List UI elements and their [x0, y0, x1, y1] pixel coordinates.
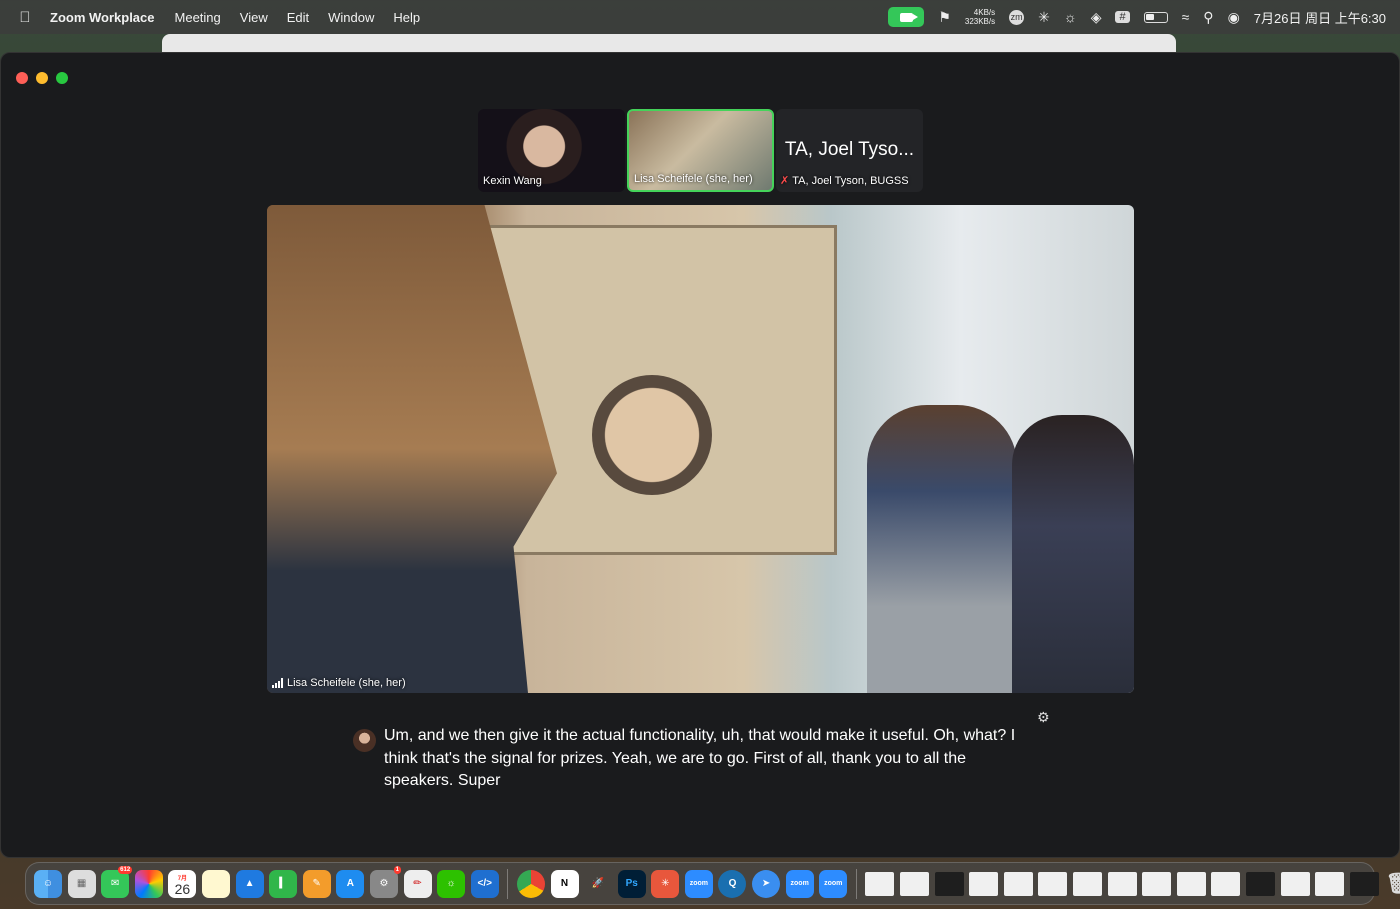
menu-meeting[interactable]: Meeting — [175, 10, 221, 25]
menu-window[interactable]: Window — [328, 10, 374, 25]
sparkle-icon[interactable]: ✳ — [1038, 9, 1050, 26]
caption-settings-gear-icon[interactable]: ⚙ — [1037, 709, 1050, 726]
mic-muted-icon: ✗ — [780, 175, 790, 187]
dock: ☺ ▦ ✉ 612 7月 26 ▲ ▍ ✎ A ⚙ 1 ✏ ☼ </> N 🚀 Ps… — [25, 862, 1400, 905]
messages-icon[interactable]: ✉ 612 — [101, 865, 133, 898]
participant-name: TA, Joel Tyson, BUGSS — [792, 174, 909, 187]
participant-big-name: TA, Joel Tyso... — [784, 139, 915, 160]
net-down: 323KB/s — [964, 17, 996, 26]
minimized-window-thumbnail[interactable] — [1176, 871, 1206, 896]
finder-icon[interactable]: ☺ — [34, 869, 62, 898]
calendar-day: 26 — [174, 880, 191, 897]
minimized-window-thumbnail[interactable] — [1038, 871, 1068, 896]
notes-icon[interactable] — [201, 869, 230, 898]
search-icon[interactable]: ⚲ — [1203, 9, 1213, 26]
ghost-icon[interactable]: ⚑ — [938, 9, 951, 26]
minimized-window-thumbnail[interactable] — [1315, 871, 1345, 896]
caption-speaker-avatar — [353, 729, 376, 752]
rocket-icon[interactable]: 🚀 — [584, 870, 612, 898]
launchpad-icon[interactable]: ▦ — [67, 869, 96, 898]
numbers-icon[interactable]: ▍ — [269, 869, 298, 898]
cast-icon[interactable]: ◈ — [1091, 9, 1102, 26]
clock[interactable]: 7月26日 周日 上午6:30 — [1254, 8, 1386, 27]
minimized-window-thumbnail[interactable] — [969, 871, 999, 896]
zoom-app-icon[interactable]: zoom — [819, 869, 848, 898]
hashtag-icon[interactable]: # — [1115, 11, 1130, 23]
minimized-window-thumbnail[interactable] — [1349, 871, 1379, 896]
notion-icon[interactable]: N — [550, 869, 579, 898]
seated-person — [1012, 415, 1134, 693]
active-speaker-video[interactable]: Lisa Scheifele (she, her) — [267, 205, 1134, 693]
photos-icon[interactable] — [134, 869, 163, 898]
minimized-window-thumbnail[interactable] — [1142, 871, 1172, 896]
minimized-window-thumbnail[interactable] — [934, 871, 964, 896]
participant-tile-lisa[interactable]: Lisa Scheifele (she, her) — [627, 109, 774, 192]
dock-separator — [855, 868, 857, 899]
participant-tile-joel[interactable]: TA, Joel Tyso... ✗ TA, Joel Tyson, BUGSS — [776, 109, 923, 192]
menu-help[interactable]: Help — [393, 10, 420, 25]
minimize-button[interactable] — [36, 72, 48, 84]
scripts-icon[interactable]: ✏ — [403, 869, 432, 898]
minimized-window-thumbnail[interactable] — [900, 871, 930, 896]
photoshop-icon[interactable]: Ps — [617, 869, 646, 898]
minimized-window-thumbnail[interactable] — [1003, 871, 1033, 896]
zoom-app-icon[interactable]: zoom — [684, 869, 713, 898]
minimized-window-thumbnail[interactable] — [1107, 871, 1137, 896]
zoom-meeting-window: Kexin Wang Lisa Scheifele (she, her) TA,… — [0, 52, 1400, 858]
control-center-icon[interactable]: ◉ — [1228, 9, 1240, 26]
speaker-name: Lisa Scheifele (she, her) — [287, 677, 406, 689]
dock-separator — [507, 868, 509, 899]
minimized-window-thumbnail[interactable] — [1245, 871, 1275, 896]
app-menu[interactable]: Zoom Workplace — [50, 10, 155, 25]
zoom-video-icon[interactable] — [888, 7, 925, 27]
close-button[interactable] — [16, 72, 28, 84]
calendar-icon[interactable]: 7月 26 — [168, 869, 197, 898]
messages-badge: 612 — [118, 865, 133, 874]
vscode-icon[interactable]: </> — [470, 869, 499, 898]
wechat-icon[interactable]: ☼ — [1064, 9, 1077, 25]
zoom-app-icon[interactable]: zoom — [785, 869, 814, 898]
apple-icon[interactable]:  — [0, 9, 50, 26]
minimized-window-thumbnail[interactable] — [1073, 871, 1102, 896]
network-speed[interactable]: 4KB/s 323KB/s — [965, 8, 995, 26]
settings-badge: 1 — [393, 865, 401, 874]
live-caption-text: Um, and we then give it the actual funct… — [384, 727, 1016, 789]
minimized-window-thumbnail[interactable] — [1280, 871, 1310, 896]
menu-view[interactable]: View — [240, 10, 268, 25]
seated-person — [867, 405, 1017, 693]
menu-edit[interactable]: Edit — [287, 10, 309, 25]
pages-icon[interactable]: ✎ — [302, 869, 331, 898]
participant-name: Lisa Scheifele (she, her) — [634, 173, 753, 185]
background-window — [162, 34, 1176, 52]
quicktime-icon[interactable]: Q — [718, 869, 747, 898]
battery-icon[interactable] — [1143, 11, 1168, 23]
fullscreen-button[interactable] — [56, 72, 68, 84]
participant-name: Kexin Wang — [483, 175, 542, 187]
minimized-window-thumbnail[interactable] — [1211, 871, 1241, 896]
signal-strength-icon — [272, 678, 283, 688]
chrome-icon[interactable] — [516, 869, 545, 898]
window-controls — [16, 72, 68, 84]
gallery-strip: Kexin Wang Lisa Scheifele (she, her) TA,… — [478, 109, 923, 192]
menu-bar:  Zoom Workplace Meeting View Edit Windo… — [0, 0, 1400, 34]
system-settings-icon[interactable]: ⚙ 1 — [369, 865, 401, 898]
projected-face — [592, 375, 712, 495]
wifi-icon[interactable]: ≈ — [1182, 9, 1190, 25]
claude-icon[interactable]: ✳ — [651, 869, 680, 898]
zoom-status-icon[interactable]: zm — [1009, 9, 1025, 25]
safari-icon[interactable]: ➤ — [752, 869, 781, 898]
wechat-dock-icon[interactable]: ☼ — [437, 869, 466, 898]
app-store-icon[interactable]: A — [336, 869, 365, 898]
keynote-icon[interactable]: ▲ — [235, 869, 264, 898]
net-up: 4KB/s — [973, 8, 996, 17]
minimized-window-thumbnail[interactable] — [865, 871, 895, 896]
participant-tile-kexin[interactable]: Kexin Wang — [478, 109, 625, 192]
trash-icon[interactable]: 🗑 — [1384, 870, 1400, 898]
